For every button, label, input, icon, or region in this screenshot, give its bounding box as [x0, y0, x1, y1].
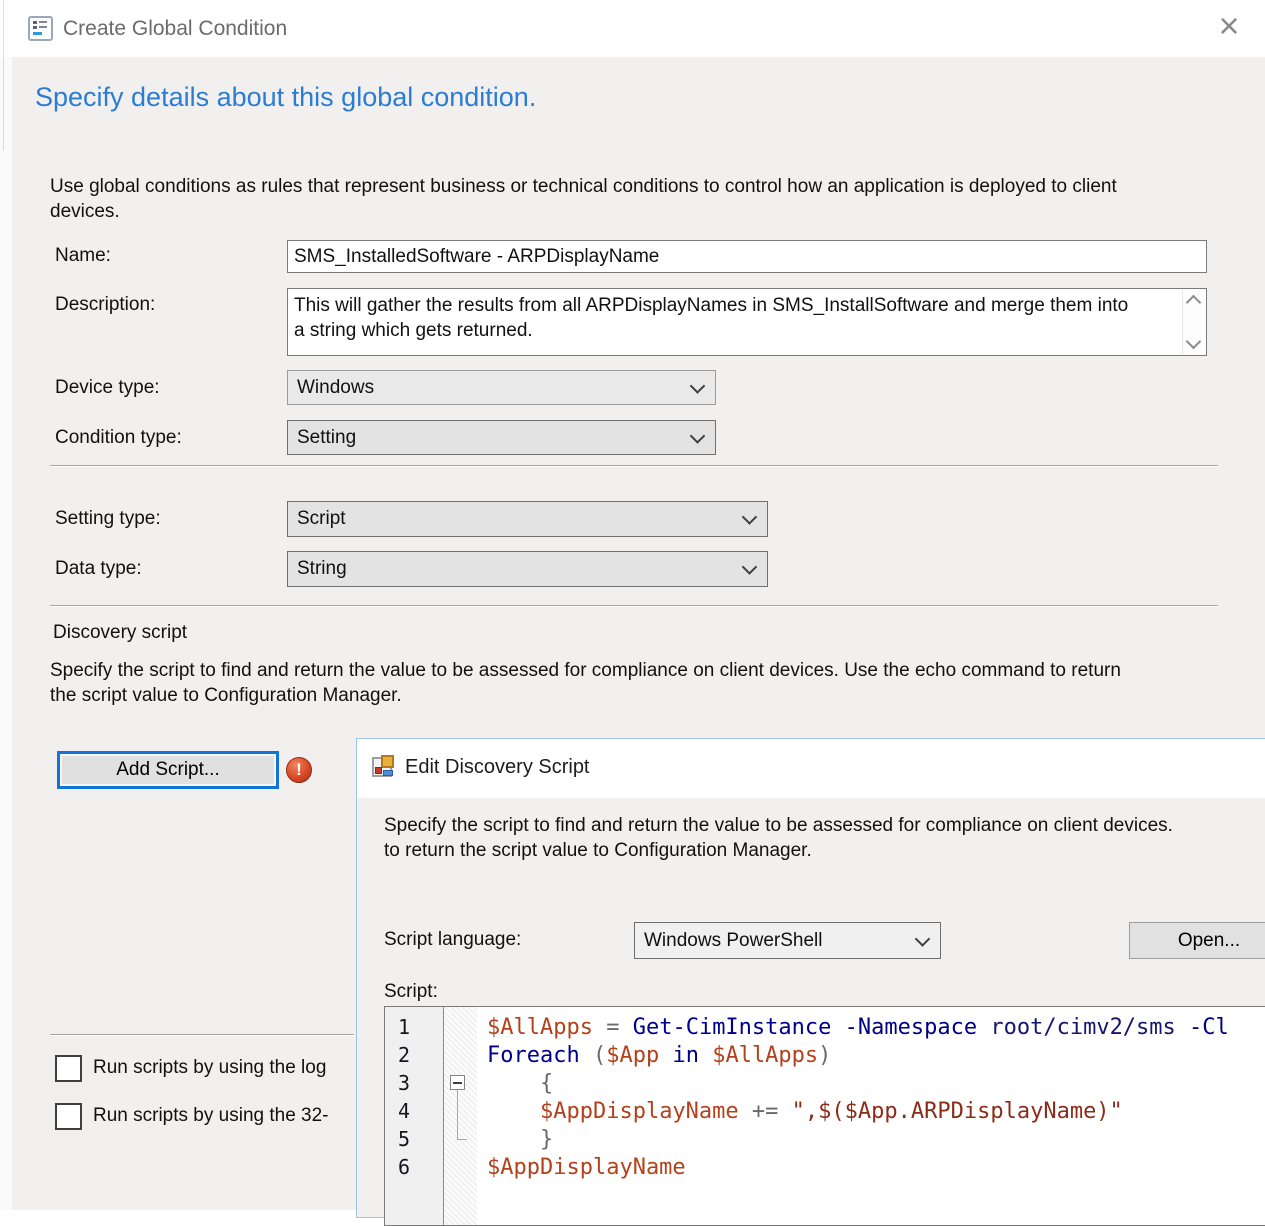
code-text: $AllApps = Get-CimInstance -Namespace ro… — [476, 1015, 1229, 1040]
error-icon: ! — [286, 757, 312, 783]
description-text: This will gather the results from all AR… — [294, 293, 1139, 343]
chevron-down-icon — [744, 562, 755, 573]
edit-dialog-title: Edit Discovery Script — [405, 756, 590, 779]
fold-collapse-icon[interactable] — [443, 1069, 476, 1097]
line-number: 3 — [385, 1071, 443, 1095]
data-type-value: String — [297, 558, 347, 580]
line-number: 2 — [385, 1043, 443, 1067]
code-line: 6 $AppDisplayName — [385, 1153, 1265, 1181]
fold-cell — [443, 1125, 476, 1153]
add-script-button[interactable]: Add Script... — [57, 751, 279, 789]
line-number: 5 — [385, 1127, 443, 1151]
data-type-dropdown[interactable]: String — [287, 551, 768, 587]
setting-type-dropdown[interactable]: Script — [287, 501, 768, 537]
window-title: Create Global Condition — [63, 17, 287, 41]
device-type-label: Device type: — [55, 377, 160, 399]
device-type-dropdown[interactable]: Windows — [287, 370, 716, 405]
discovery-script-heading: Discovery script — [53, 622, 187, 644]
checkbox-label: Run scripts by using the log — [93, 1057, 326, 1079]
code-line: 1 $AllApps = Get-CimInstance -Namespace r… — [385, 1013, 1265, 1041]
script-language-value: Windows PowerShell — [644, 930, 822, 952]
description-label: Description: — [55, 294, 155, 316]
condition-type-dropdown[interactable]: Setting — [287, 420, 716, 455]
fold-cell — [443, 1041, 476, 1069]
edit-dialog-text-line1: Specify the script to find and return th… — [384, 813, 1173, 838]
description-input[interactable]: This will gather the results from all AR… — [287, 288, 1207, 356]
data-type-label: Data type: — [55, 558, 142, 580]
separator — [50, 1034, 354, 1035]
window-edge-line — [3, 0, 4, 150]
code-text: Foreach ($App in $AllApps) — [476, 1043, 831, 1068]
code-line: 4 $AppDisplayName += ",$($App.ARPDisplay… — [385, 1097, 1265, 1125]
script-label: Script: — [384, 981, 438, 1003]
code-line: 5 } — [385, 1125, 1265, 1153]
window-titlebar: Create Global Condition × — [0, 0, 1265, 57]
window-left-margin — [0, 57, 12, 1210]
chevron-down-icon — [692, 380, 703, 391]
name-label: Name: — [55, 245, 111, 267]
code-line: 3 { — [385, 1069, 1265, 1097]
discovery-script-text: Specify the script to find and return th… — [50, 658, 1135, 708]
fold-cell — [443, 1153, 476, 1181]
fold-cell — [443, 1013, 476, 1041]
create-global-condition-icon — [28, 16, 53, 41]
edit-discovery-script-dialog: Edit Discovery Script Specify the script… — [356, 738, 1265, 1218]
code-text: { — [476, 1071, 553, 1096]
separator — [50, 465, 1218, 466]
name-input[interactable] — [287, 240, 1207, 273]
fold-cell — [443, 1097, 476, 1125]
code-lines: 1 $AllApps = Get-CimInstance -Namespace r… — [385, 1013, 1265, 1181]
scroll-up-icon[interactable] — [1186, 295, 1202, 311]
open-button[interactable]: Open... — [1129, 922, 1265, 959]
run-logged-on-user-checkbox[interactable] — [55, 1055, 82, 1082]
code-text: $AppDisplayName += ",$($App.ARPDisplayNa… — [476, 1099, 1123, 1124]
page-heading: Specify details about this global condit… — [35, 82, 536, 113]
edit-dialog-text-line2: to return the script value to Configurat… — [384, 838, 812, 863]
checkbox-label: Run scripts by using the 32- — [93, 1105, 329, 1127]
separator — [50, 605, 1218, 606]
scroll-down-icon[interactable] — [1186, 334, 1202, 350]
script-language-dropdown[interactable]: Windows PowerShell — [634, 922, 941, 959]
chevron-down-icon — [692, 430, 703, 441]
condition-type-value: Setting — [297, 427, 356, 449]
edit-script-icon — [372, 755, 396, 779]
close-button[interactable]: × — [1209, 4, 1249, 48]
line-number: 1 — [385, 1015, 443, 1039]
script-language-label: Script language: — [384, 929, 521, 951]
code-text: $AppDisplayName — [476, 1155, 686, 1180]
intro-text: Use global conditions as rules that repr… — [50, 174, 1135, 224]
device-type-value: Windows — [297, 377, 374, 399]
line-number: 4 — [385, 1099, 443, 1123]
script-editor[interactable]: 1 $AllApps = Get-CimInstance -Namespace r… — [384, 1006, 1265, 1226]
run-32bit-host-checkbox[interactable] — [55, 1103, 82, 1130]
code-line: 2 Foreach ($App in $AllApps) — [385, 1041, 1265, 1069]
chevron-down-icon — [917, 933, 928, 944]
line-number: 6 — [385, 1155, 443, 1179]
setting-type-value: Script — [297, 508, 346, 530]
chevron-down-icon — [744, 512, 755, 523]
setting-type-label: Setting type: — [55, 508, 161, 530]
code-text: } — [476, 1127, 553, 1152]
condition-type-label: Condition type: — [55, 427, 182, 449]
edit-dialog-titlebar: Edit Discovery Script — [357, 739, 1265, 798]
description-scrollbar[interactable] — [1182, 290, 1205, 354]
